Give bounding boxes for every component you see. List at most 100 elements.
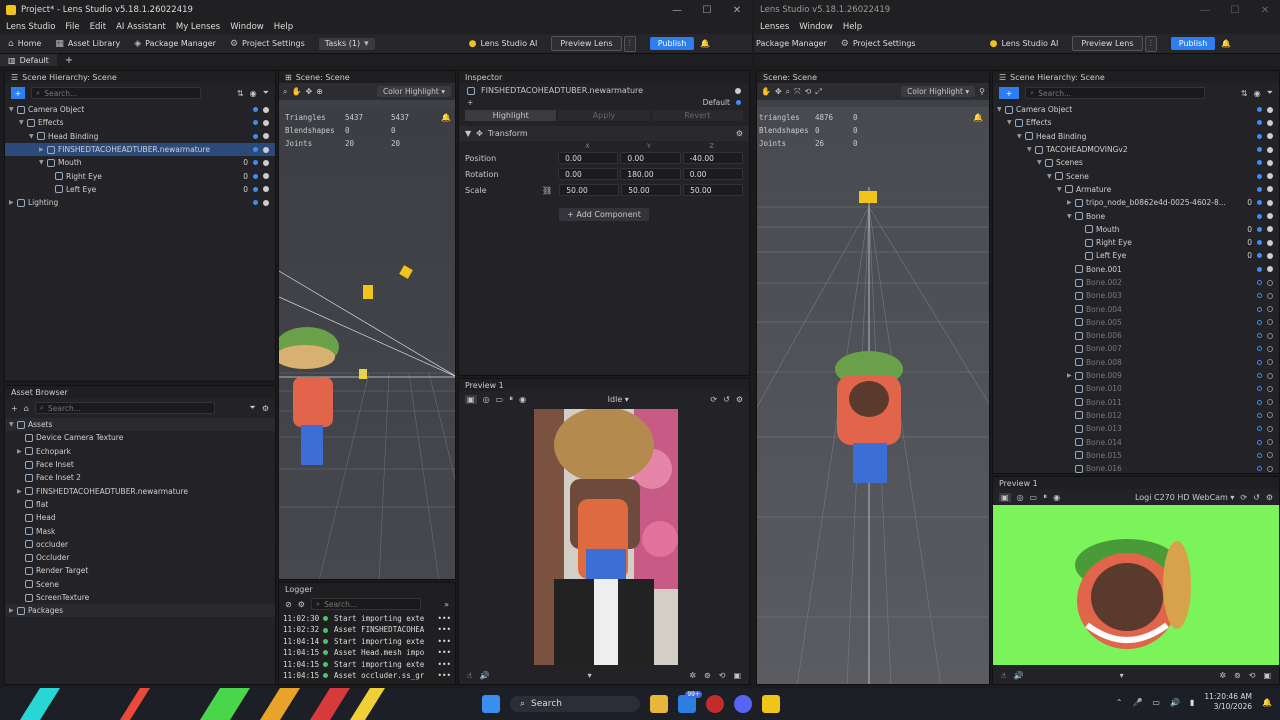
enabled-toggle[interactable] bbox=[735, 87, 741, 94]
layer-label[interactable]: Default bbox=[703, 98, 730, 107]
enabled-toggle[interactable] bbox=[263, 199, 269, 206]
reset-icon[interactable]: ↺ bbox=[723, 395, 730, 404]
chevron-down-icon[interactable]: ▼ bbox=[1037, 159, 1045, 166]
enabled-toggle[interactable] bbox=[1267, 213, 1273, 220]
tree-item[interactable]: ▼ TACOHEADMOVINGv2 bbox=[993, 143, 1279, 156]
camera-icon[interactable]: ◎ bbox=[483, 395, 490, 404]
tree-item-left-eye[interactable]: Left Eye 0 bbox=[5, 183, 275, 196]
enabled-toggle[interactable] bbox=[1267, 146, 1273, 153]
chevron-down-icon[interactable]: ▼ bbox=[1067, 213, 1075, 220]
menu-my-lenses[interactable]: My Lenses bbox=[176, 22, 220, 32]
tree-item-finshedtacoheadtuber[interactable]: ▶ FINSHEDTACOHEADTUBER.newarmature bbox=[5, 142, 275, 157]
snapshot-icon[interactable]: ▣ bbox=[733, 671, 741, 680]
publish-button[interactable]: Publish bbox=[1170, 37, 1216, 50]
visibility-icon[interactable]: ◉ bbox=[250, 89, 257, 98]
snapshot-icon[interactable]: ▣ bbox=[1263, 671, 1271, 680]
menu-window[interactable]: Window bbox=[230, 22, 264, 32]
chevron-right-icon[interactable]: ▶ bbox=[9, 199, 17, 206]
grid-icon[interactable]: ▣ bbox=[999, 492, 1011, 502]
close-button[interactable]: ✕ bbox=[722, 0, 752, 20]
zoom-icon[interactable]: ⌕ bbox=[283, 87, 287, 97]
log-line[interactable]: 11:02:30 Start importing exte ••• bbox=[283, 613, 455, 624]
tree-item[interactable]: Bone.006 bbox=[993, 329, 1279, 342]
chevron-down-icon[interactable]: ▼ bbox=[1027, 146, 1035, 153]
rotate-icon[interactable]: ⟲ bbox=[1249, 671, 1256, 680]
tree-item[interactable]: Bone.004 bbox=[993, 302, 1279, 315]
preview-options-button[interactable]: ⫶ bbox=[1144, 35, 1157, 52]
lens-studio-ai-button[interactable]: ● Lens Studio AI bbox=[990, 39, 1059, 49]
zoom-in-icon[interactable]: ⊕ bbox=[316, 87, 323, 96]
pause-icon[interactable]: ⏸ bbox=[509, 394, 513, 404]
tree-item[interactable]: Bone.014 bbox=[993, 435, 1279, 448]
fx-icon[interactable]: ✲ bbox=[1219, 671, 1226, 680]
sort-icon[interactable]: ⇅ bbox=[237, 89, 244, 98]
notification-bell-icon[interactable]: 🔔 bbox=[1221, 39, 1231, 48]
asset-item[interactable]: Scene bbox=[5, 578, 275, 591]
minimize-button[interactable]: — bbox=[1190, 0, 1220, 20]
tree-item[interactable]: ▼ Armature bbox=[993, 183, 1279, 196]
chevron-down-icon[interactable]: ▼ bbox=[1017, 133, 1025, 140]
sort-icon[interactable]: ⇅ bbox=[1241, 89, 1248, 98]
camera-icon[interactable]: ◎ bbox=[1017, 493, 1024, 502]
enabled-toggle[interactable] bbox=[1267, 159, 1273, 166]
visibility-icon[interactable]: ◉ bbox=[1254, 89, 1261, 98]
enabled-toggle[interactable] bbox=[263, 159, 269, 166]
enabled-toggle[interactable] bbox=[1267, 266, 1273, 273]
asset-item[interactable]: ▼ Assets bbox=[5, 418, 275, 432]
hand-icon[interactable]: ✋ bbox=[291, 87, 301, 96]
enabled-toggle[interactable] bbox=[263, 173, 269, 180]
project-settings-button[interactable]: ⚙ Project Settings bbox=[230, 39, 305, 49]
menu-my-lenses[interactable]: Lenses bbox=[760, 22, 789, 32]
chevron-down-icon[interactable]: ▼ bbox=[39, 159, 47, 166]
tree-item[interactable]: Bone.008 bbox=[993, 356, 1279, 369]
enabled-toggle[interactable] bbox=[1267, 292, 1273, 299]
tree-item-lighting[interactable]: ▶ Lighting bbox=[5, 196, 275, 209]
filter-icon[interactable]: ⚙ bbox=[298, 600, 305, 609]
tree-item-head-binding[interactable]: ▼ Head Binding bbox=[5, 130, 275, 143]
chevron-down-icon[interactable]: ▼ bbox=[19, 119, 27, 126]
scale-y-field[interactable]: 50.00 bbox=[621, 184, 682, 196]
scale-z-field[interactable]: 50.00 bbox=[683, 184, 743, 196]
move-icon[interactable]: ✥ bbox=[775, 87, 782, 96]
right-scene-viewport[interactable]: triangles 4876 0 Blendshapes 0 0 Joints 26 0 🔔 bbox=[757, 107, 989, 684]
chevron-right-icon[interactable]: ▶ bbox=[1067, 199, 1075, 206]
log-line[interactable]: 11:04:15 Asset occluder.ss_gr ••• bbox=[283, 670, 455, 681]
logger-search-input[interactable]: ⌕ Search... bbox=[310, 598, 421, 610]
chevron-down-icon[interactable]: ▼ bbox=[1007, 119, 1015, 126]
minimize-button[interactable]: — bbox=[662, 0, 692, 20]
notifications-icon[interactable]: 🔔 bbox=[1262, 698, 1272, 707]
enabled-toggle[interactable] bbox=[1267, 186, 1273, 193]
menu-lens-studio[interactable]: Lens Studio bbox=[6, 22, 55, 32]
discord-icon[interactable] bbox=[734, 695, 752, 713]
clock[interactable]: 11:20:46 AM 3/10/2026 bbox=[1204, 692, 1252, 712]
position-z-field[interactable]: -40.00 bbox=[682, 152, 743, 164]
enabled-toggle[interactable] bbox=[263, 133, 269, 140]
asset-item[interactable]: ▶ FINSHEDTACOHEADTUBER.newarmature bbox=[5, 484, 275, 497]
tree-item-effects[interactable]: ▼ Effects bbox=[5, 116, 275, 129]
eye-icon[interactable]: ◉ bbox=[519, 395, 526, 404]
close-button[interactable]: ✕ bbox=[1250, 0, 1280, 20]
maximize-button[interactable]: ☐ bbox=[1220, 0, 1250, 20]
tree-item[interactable]: Right Eye 0 bbox=[993, 236, 1279, 249]
tree-item[interactable]: Bone.011 bbox=[993, 396, 1279, 409]
rotate-icon[interactable]: ⟲ bbox=[805, 87, 812, 96]
tree-item[interactable]: Bone.001 bbox=[993, 263, 1279, 276]
device-icon[interactable]: ▭ bbox=[496, 395, 504, 404]
tree-item[interactable]: Bone.013 bbox=[993, 422, 1279, 435]
asset-item[interactable]: ▶ Packages bbox=[5, 604, 275, 618]
enabled-toggle[interactable] bbox=[1267, 385, 1273, 392]
add-object-button[interactable]: + bbox=[999, 87, 1019, 99]
asset-item[interactable]: Face Inset bbox=[5, 458, 275, 471]
package-manager-button[interactable]: Package Manager bbox=[756, 39, 827, 48]
enabled-toggle[interactable] bbox=[263, 146, 269, 153]
tree-item[interactable]: Bone.007 bbox=[993, 342, 1279, 355]
touch-icon[interactable]: ☝ bbox=[1001, 671, 1006, 680]
transform-header[interactable]: ▼ ✥ Transform ⚙ bbox=[459, 126, 749, 141]
preview-options-button[interactable]: ⫶ bbox=[623, 35, 636, 52]
rotation-y-field[interactable]: 180.00 bbox=[620, 168, 681, 180]
enabled-toggle[interactable] bbox=[1267, 119, 1273, 126]
chevron-down-icon[interactable]: ▼ bbox=[997, 106, 1005, 113]
asset-item[interactable]: flat bbox=[5, 498, 275, 511]
menu-help[interactable]: Help bbox=[843, 22, 862, 32]
tree-item[interactable]: Bone.003 bbox=[993, 289, 1279, 302]
